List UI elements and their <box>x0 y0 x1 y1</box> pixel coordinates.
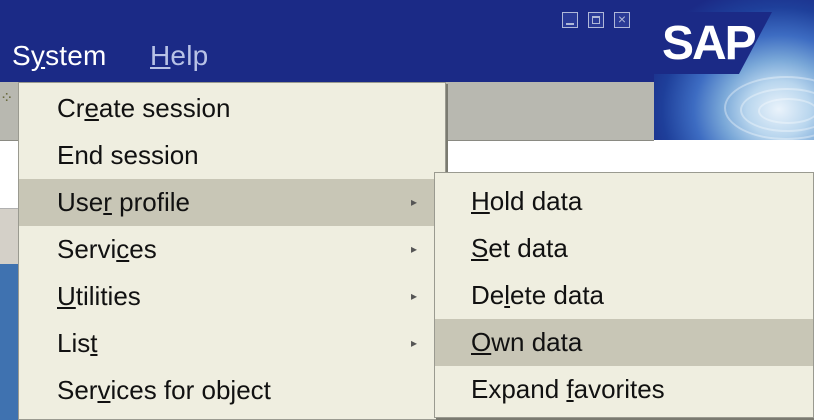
maximize-icon[interactable] <box>588 12 604 28</box>
logo-decoration <box>758 98 814 124</box>
menu-help[interactable]: Help <box>150 40 208 72</box>
toolbar-icon[interactable]: ⁘ <box>0 91 14 120</box>
menu-item-label: Services <box>57 234 157 264</box>
menu-item-end-session[interactable]: End session <box>19 132 445 179</box>
menu-item-label: Create session <box>57 93 231 123</box>
sap-logo: SAP <box>654 0 814 140</box>
submenu-arrow-icon: ▸ <box>411 289 418 303</box>
menu-item-label: Services for object <box>57 375 271 405</box>
menu-item-label: Set data <box>471 233 568 263</box>
menu-item-hold-data[interactable]: Hold data <box>435 178 813 225</box>
menu-item-label: List <box>57 328 98 358</box>
submenu-arrow-icon: ▸ <box>411 195 418 209</box>
menu-item-label: Own data <box>471 327 583 357</box>
menu-item-list[interactable]: List ▸ <box>19 320 445 367</box>
close-icon[interactable]: × <box>614 11 630 28</box>
submenu-arrow-icon: ▸ <box>411 336 418 350</box>
menu-item-label: Expand favorites <box>471 374 665 404</box>
menu-system[interactable]: System <box>12 40 107 72</box>
user-profile-submenu: Hold data Set data Delete data Own data Expa… <box>434 172 814 418</box>
menu-item-user-profile[interactable]: User profile ▸ <box>19 179 445 226</box>
menu-item-label: End session <box>57 140 199 170</box>
menu-item-services[interactable]: Services ▸ <box>19 226 445 273</box>
menu-item-own-data[interactable]: Own data <box>435 319 813 366</box>
menu-item-label: Utilities <box>57 281 141 311</box>
system-menu-dropdown: Create session End session User profile ▸ Se… <box>18 82 446 420</box>
menu-item-label: Hold data <box>471 186 583 216</box>
menu-item-expand-favorites[interactable]: Expand favorites <box>435 366 813 413</box>
menu-item-delete-data[interactable]: Delete data <box>435 272 813 319</box>
menu-item-label: User profile <box>57 187 190 217</box>
menu-item-utilities[interactable]: Utilities ▸ <box>19 273 445 320</box>
menu-item-create-session[interactable]: Create session <box>19 85 445 132</box>
menu-item-services-for-object[interactable]: Services for object <box>19 367 445 414</box>
logo-wordmark: SAP <box>654 12 772 74</box>
minimize-icon[interactable] <box>562 12 578 28</box>
menu-item-set-data[interactable]: Set data <box>435 225 813 272</box>
submenu-arrow-icon: ▸ <box>411 242 418 256</box>
background-panel-left <box>0 264 18 420</box>
menu-item-label: Delete data <box>471 280 605 310</box>
